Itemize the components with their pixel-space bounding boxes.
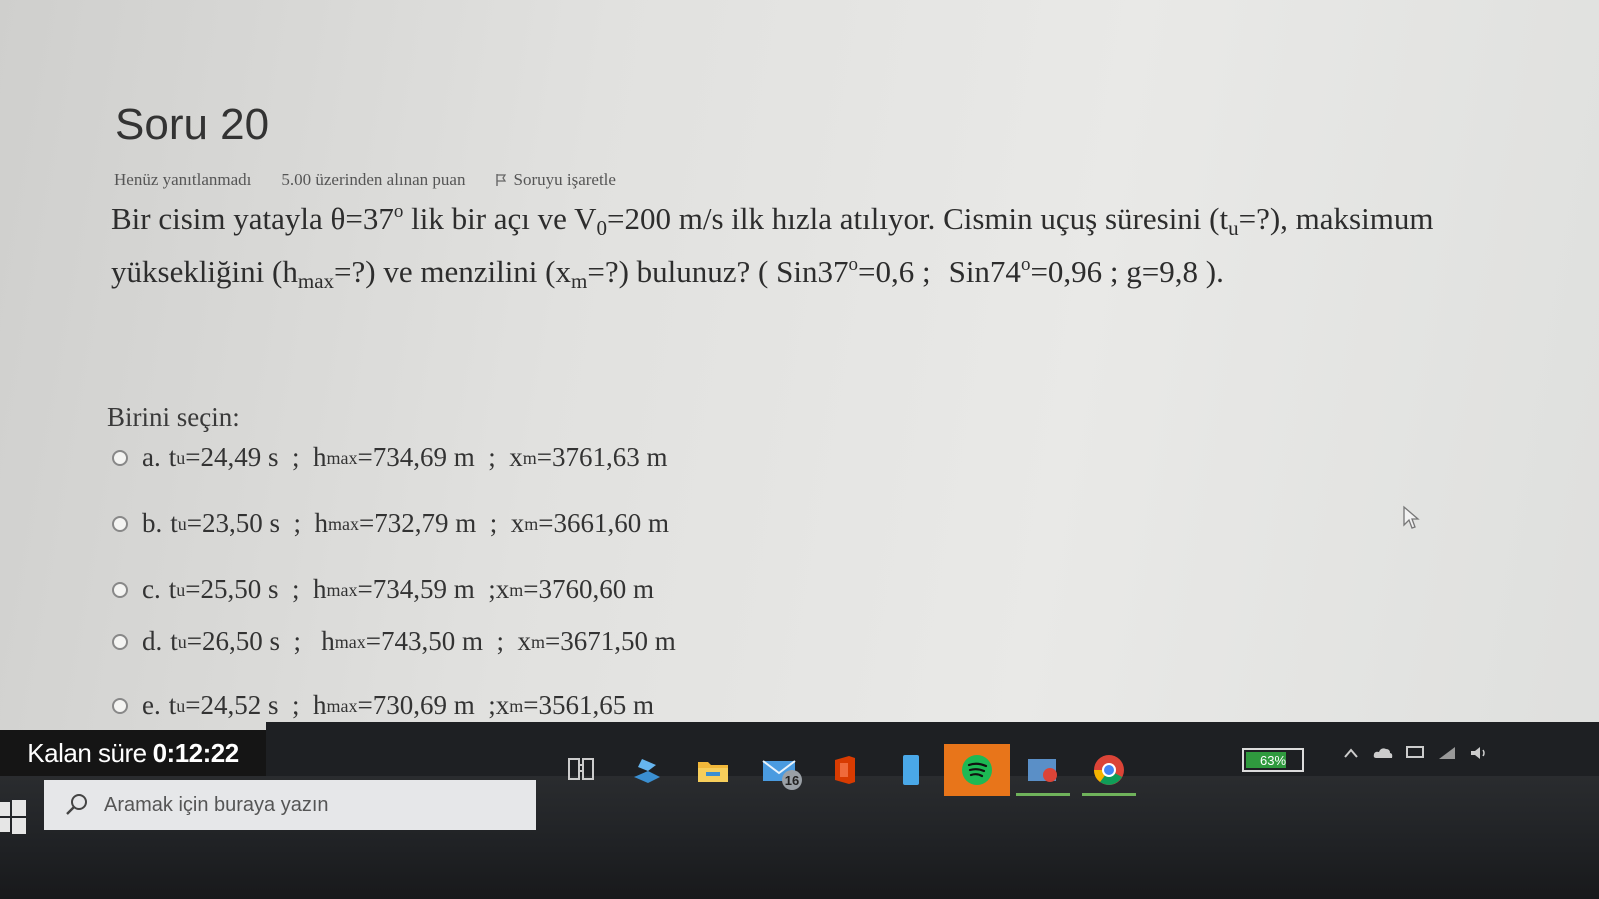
answer-option-c[interactable]: c. t u =25,50 s ; h max =734,59 m ; x m =3760,60… bbox=[112, 574, 654, 605]
windows-start-icon[interactable] bbox=[0, 796, 40, 840]
question-info: Henüz yanıtlanmadı 5.00 üzerinden alınan… bbox=[114, 170, 616, 190]
answer-option-d[interactable]: d. t u =26,50 s ; h max =743,50 m ; x m =3671,5… bbox=[112, 626, 676, 657]
remaining-time-label: Kalan süre bbox=[27, 737, 147, 768]
phone-icon[interactable] bbox=[878, 744, 944, 796]
question-status: Henüz yanıtlanmadı bbox=[114, 170, 252, 189]
active-app-indicator bbox=[1082, 793, 1136, 796]
search-icon bbox=[66, 794, 87, 815]
battery-percent: 63% bbox=[1259, 752, 1287, 768]
flag-icon bbox=[496, 174, 507, 186]
spotify-icon[interactable] bbox=[944, 744, 1010, 796]
chevron-up-icon[interactable] bbox=[1340, 742, 1362, 764]
mouse-pointer-icon bbox=[1403, 505, 1420, 529]
system-tray bbox=[1340, 742, 1490, 764]
remaining-time-value: 0:12:22 bbox=[152, 737, 240, 768]
mail-unread-badge: 16 bbox=[782, 770, 802, 790]
radio-button[interactable] bbox=[112, 449, 128, 466]
answer-prompt: Birini seçin: bbox=[107, 402, 240, 432]
flag-question-label: Soruyu işaretle bbox=[513, 170, 616, 189]
volume-icon[interactable] bbox=[1468, 742, 1490, 764]
network-icon[interactable] bbox=[1436, 742, 1458, 764]
radio-button[interactable] bbox=[112, 697, 128, 714]
onedrive-icon[interactable] bbox=[1372, 742, 1394, 764]
people-icon[interactable] bbox=[614, 744, 680, 796]
battery-indicator[interactable]: 63% bbox=[1242, 748, 1304, 772]
remaining-time: Kalan süre 0:12:22 bbox=[0, 730, 266, 776]
display-icon[interactable] bbox=[1404, 742, 1426, 764]
photos-icon[interactable] bbox=[1010, 744, 1076, 796]
task-view-icon[interactable] bbox=[548, 744, 614, 796]
question-title: Soru 20 bbox=[115, 100, 270, 149]
mail-icon[interactable]: 16 bbox=[746, 744, 812, 796]
radio-button[interactable] bbox=[112, 515, 128, 532]
search-placeholder: Aramak için buraya yazın bbox=[104, 793, 329, 816]
file-explorer-icon[interactable] bbox=[680, 744, 746, 796]
quiz-page: Soru 20 Henüz yanıtlanmadı 5.00 üzerinde… bbox=[0, 0, 1599, 740]
answer-option-b[interactable]: b. t u =23,50 s ; h max =732,79 m ; x m =3661,6… bbox=[112, 508, 669, 539]
office-icon[interactable] bbox=[812, 744, 878, 796]
taskbar-search-box[interactable]: Aramak için buraya yazın bbox=[44, 780, 536, 830]
question-text: Bir cisim yatayla θ=37o lik bir açı ve V… bbox=[111, 201, 1434, 293]
taskbar-app-icons: 16 bbox=[548, 744, 1142, 796]
question-points: 5.00 üzerinden alınan puan bbox=[281, 170, 466, 189]
answer-option-a[interactable]: a. t u =24,49 s ; h max =734,69 m ; x m =3761,6… bbox=[112, 442, 667, 473]
radio-button[interactable] bbox=[112, 581, 128, 598]
radio-button[interactable] bbox=[112, 633, 128, 650]
chrome-icon[interactable] bbox=[1076, 744, 1142, 796]
flag-question-link[interactable]: Soruyu işaretle bbox=[495, 170, 616, 190]
answer-option-e[interactable]: e. t u =24,52 s ; h max =730,69 m ; x m =3561,65… bbox=[112, 690, 654, 721]
active-app-indicator bbox=[1016, 793, 1070, 796]
